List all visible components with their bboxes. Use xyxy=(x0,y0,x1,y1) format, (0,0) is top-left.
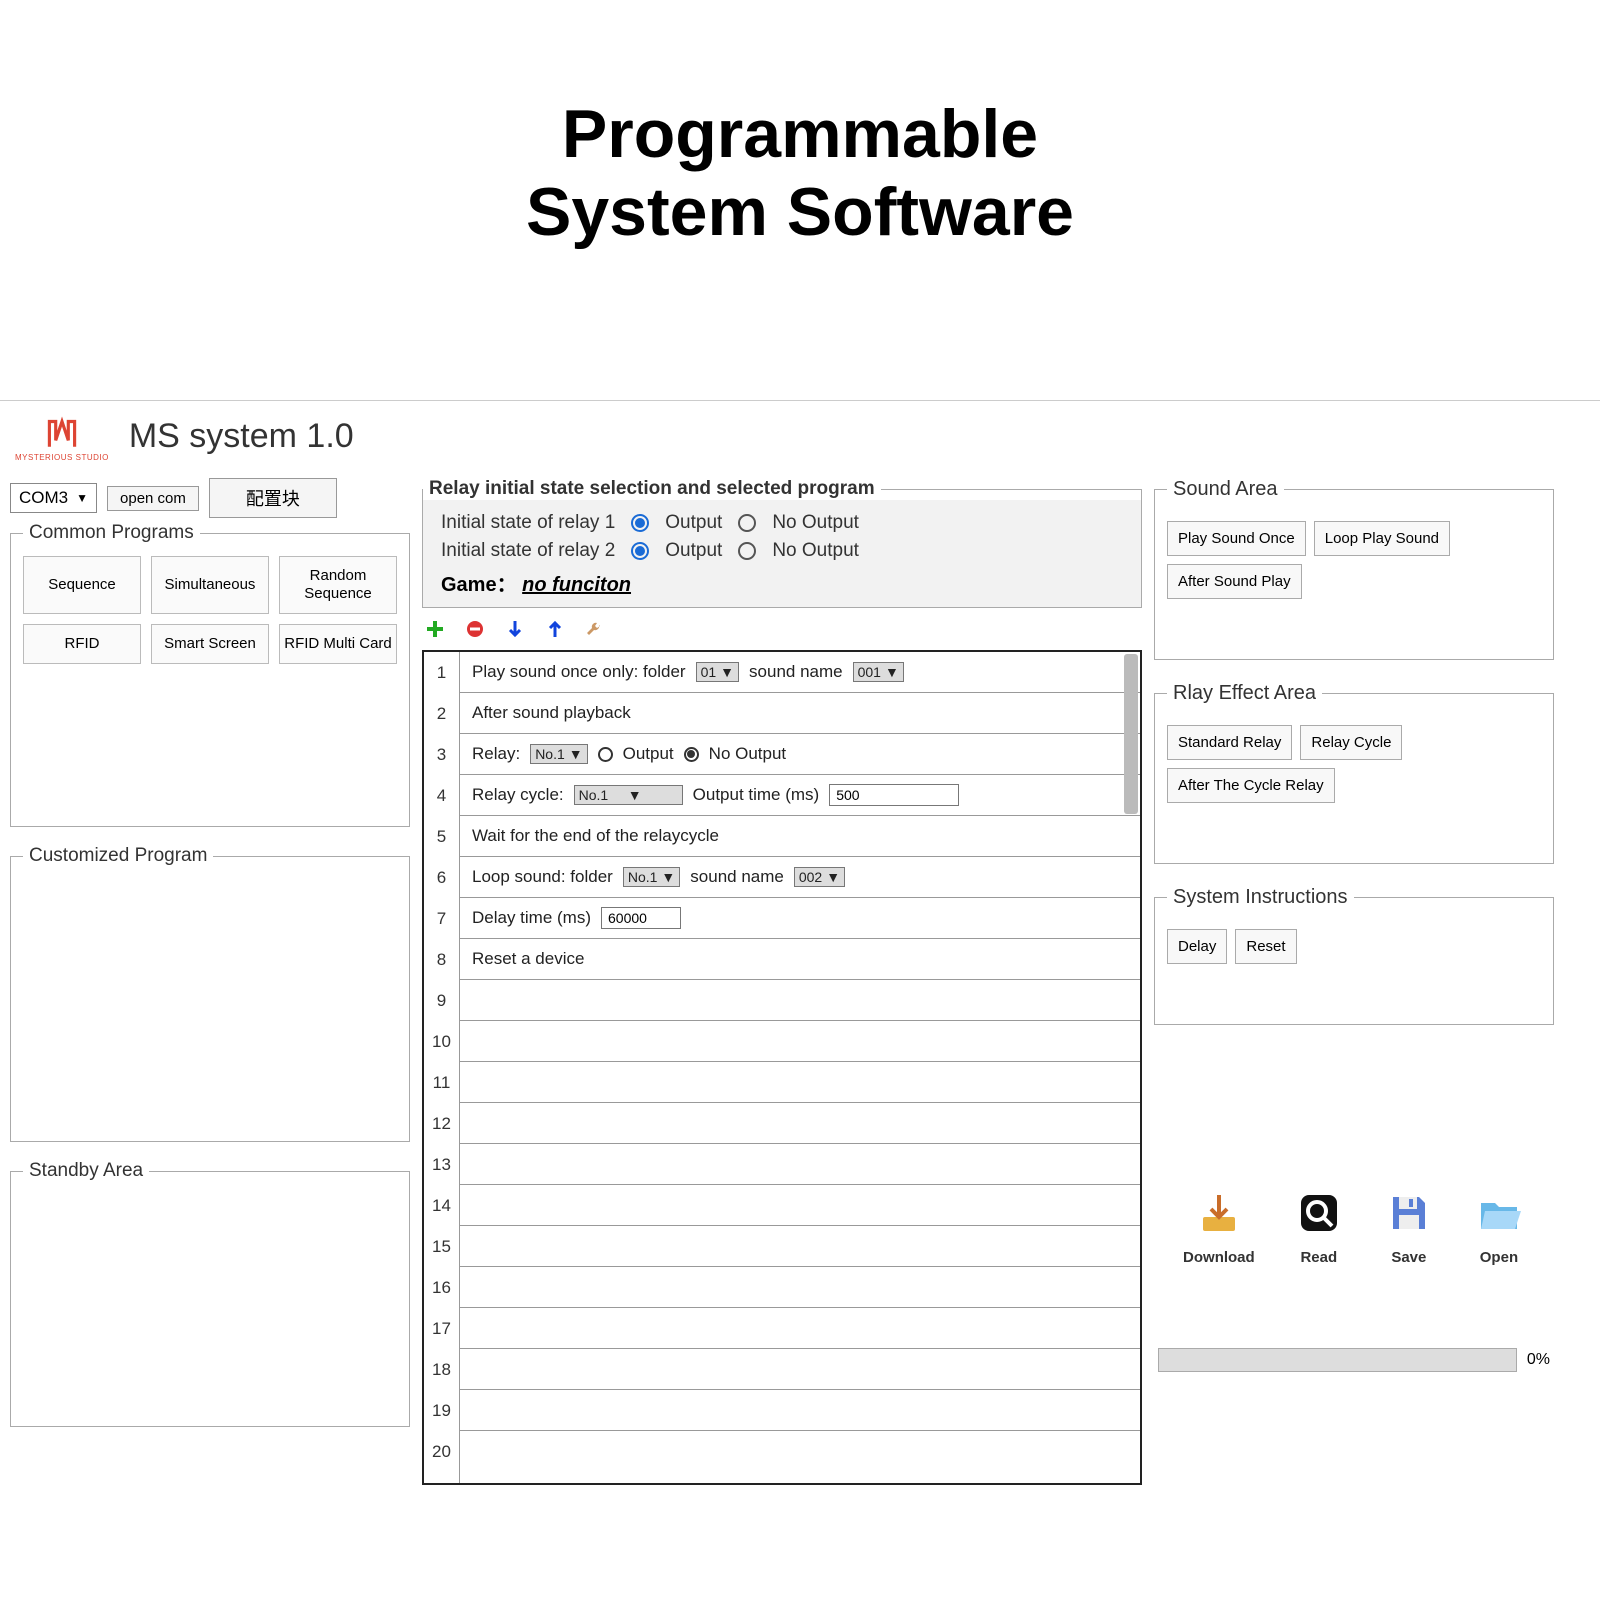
open-icon xyxy=(1473,1187,1525,1239)
sequence-button[interactable]: Sequence xyxy=(23,556,141,614)
open-com-button[interactable]: open com xyxy=(107,486,199,511)
step-row[interactable] xyxy=(460,1144,1140,1185)
app-title: MS system 1.0 xyxy=(129,417,354,456)
play-sound-once-button[interactable]: Play Sound Once xyxy=(1167,521,1306,556)
sound-select[interactable]: 001 ▼ xyxy=(853,662,904,682)
loop-play-sound-button[interactable]: Loop Play Sound xyxy=(1314,521,1450,556)
sound-area-panel: Sound Area Play Sound Once Loop Play Sou… xyxy=(1154,478,1554,660)
arrow-up-icon[interactable] xyxy=(544,618,566,640)
scrollbar[interactable] xyxy=(1124,654,1138,814)
step-row[interactable]: After sound playback xyxy=(460,693,1140,734)
step-row[interactable] xyxy=(460,1267,1140,1308)
step-row[interactable] xyxy=(460,1349,1140,1390)
delay-button[interactable]: Delay xyxy=(1167,929,1227,964)
step-output-radio[interactable] xyxy=(598,747,613,762)
step-row[interactable]: Relay: No.1 ▼ Output No Output xyxy=(460,734,1140,775)
arrow-down-icon[interactable] xyxy=(504,618,526,640)
read-action[interactable]: Read xyxy=(1293,1187,1345,1266)
line-numbers: 1234567891011121314151617181920 xyxy=(424,652,460,1483)
system-instructions-legend: System Instructions xyxy=(1167,886,1354,909)
step-row[interactable]: Play sound once only: folder 01 ▼ sound … xyxy=(460,652,1140,693)
progress-text: 0% xyxy=(1527,1351,1550,1369)
relay-cycle-select[interactable]: No.1 ▼ xyxy=(574,785,683,805)
relay1-label: Initial state of relay 1 xyxy=(441,512,615,534)
game-label: Game： xyxy=(441,574,517,596)
customized-program-list[interactable] xyxy=(23,879,397,1129)
customized-program-panel: Customized Program xyxy=(10,845,410,1142)
config-button[interactable]: 配置块 xyxy=(209,478,337,518)
step-row[interactable] xyxy=(460,1431,1140,1472)
add-icon[interactable] xyxy=(424,618,446,640)
logo-icon xyxy=(41,411,83,453)
relay1-nooutput-radio[interactable] xyxy=(738,514,756,532)
relay-effect-legend: Rlay Effect Area xyxy=(1167,682,1322,705)
save-action[interactable]: Save xyxy=(1383,1187,1435,1266)
loop-folder-select[interactable]: No.1 ▼ xyxy=(623,867,680,887)
step-row[interactable] xyxy=(460,1390,1140,1431)
delay-input[interactable] xyxy=(601,907,681,929)
logo: MYSTERIOUS STUDIO xyxy=(15,411,109,462)
app-header: MYSTERIOUS STUDIO MS system 1.0 xyxy=(0,401,1600,470)
customized-program-legend: Customized Program xyxy=(23,845,213,867)
relay-panel: Relay initial state selection and select… xyxy=(422,478,1142,608)
relay-panel-legend: Relay initial state selection and select… xyxy=(423,478,881,500)
step-row[interactable]: Wait for the end of the relaycycle xyxy=(460,816,1140,857)
step-row[interactable]: Reset a device xyxy=(460,939,1140,980)
sound-area-legend: Sound Area xyxy=(1167,478,1284,501)
step-row[interactable] xyxy=(460,1185,1140,1226)
reset-button[interactable]: Reset xyxy=(1235,929,1296,964)
logo-text: MYSTERIOUS STUDIO xyxy=(15,453,109,462)
relay2-nooutput-radio[interactable] xyxy=(738,542,756,560)
standby-area-legend: Standby Area xyxy=(23,1160,149,1182)
folder-select[interactable]: 01 ▼ xyxy=(696,662,739,682)
after-sound-play-button[interactable]: After Sound Play xyxy=(1167,564,1302,599)
standard-relay-button[interactable]: Standard Relay xyxy=(1167,725,1292,760)
step-row[interactable] xyxy=(460,1021,1140,1062)
page-title: Programmable System Software xyxy=(0,0,1600,251)
progress-bar xyxy=(1158,1348,1517,1372)
step-row[interactable] xyxy=(460,1308,1140,1349)
standby-area-list[interactable] xyxy=(23,1194,397,1414)
rfid-button[interactable]: RFID xyxy=(23,624,141,664)
relay-cycle-button[interactable]: Relay Cycle xyxy=(1300,725,1402,760)
relay2-output-radio[interactable] xyxy=(631,542,649,560)
relay-effect-panel: Rlay Effect Area Standard Relay Relay Cy… xyxy=(1154,682,1554,864)
wrench-icon[interactable] xyxy=(584,618,606,640)
step-row[interactable]: Relay cycle: No.1 ▼ Output time (ms) xyxy=(460,775,1140,816)
relay2-label: Initial state of relay 2 xyxy=(441,540,615,562)
standby-area-panel: Standby Area xyxy=(10,1160,410,1427)
step-row[interactable]: Loop sound: folder No.1 ▼ sound name 002… xyxy=(460,857,1140,898)
game-value[interactable]: no funciton xyxy=(522,574,642,597)
app-window: MYSTERIOUS STUDIO MS system 1.0 COM3▼ op… xyxy=(0,400,1600,1493)
system-instructions-panel: System Instructions Delay Reset xyxy=(1154,886,1554,1025)
remove-icon[interactable] xyxy=(464,618,486,640)
download-action[interactable]: Download xyxy=(1183,1187,1255,1266)
open-action[interactable]: Open xyxy=(1473,1187,1525,1266)
common-programs-panel: Common Programs Sequence Simultaneous Ra… xyxy=(10,522,410,827)
step-row[interactable]: Delay time (ms) xyxy=(460,898,1140,939)
common-programs-legend: Common Programs xyxy=(23,522,200,544)
download-icon xyxy=(1193,1187,1245,1239)
loop-sound-select[interactable]: 002 ▼ xyxy=(794,867,845,887)
relay-select[interactable]: No.1 ▼ xyxy=(530,744,587,764)
step-row[interactable] xyxy=(460,1062,1140,1103)
random-sequence-button[interactable]: Random Sequence xyxy=(279,556,397,614)
rfid-multi-button[interactable]: RFID Multi Card xyxy=(279,624,397,664)
output-time-input[interactable] xyxy=(829,784,959,806)
chevron-down-icon: ▼ xyxy=(76,491,88,505)
smart-screen-button[interactable]: Smart Screen xyxy=(151,624,269,664)
step-row[interactable] xyxy=(460,1226,1140,1267)
steps-container: 1234567891011121314151617181920 Play sou… xyxy=(422,650,1142,1485)
step-nooutput-radio[interactable] xyxy=(684,747,699,762)
simultaneous-button[interactable]: Simultaneous xyxy=(151,556,269,614)
step-row[interactable] xyxy=(460,980,1140,1021)
relay1-output-radio[interactable] xyxy=(631,514,649,532)
after-cycle-relay-button[interactable]: After The Cycle Relay xyxy=(1167,768,1335,803)
step-row[interactable] xyxy=(460,1103,1140,1144)
save-icon xyxy=(1383,1187,1435,1239)
read-icon xyxy=(1293,1187,1345,1239)
com-port-select[interactable]: COM3▼ xyxy=(10,483,97,513)
